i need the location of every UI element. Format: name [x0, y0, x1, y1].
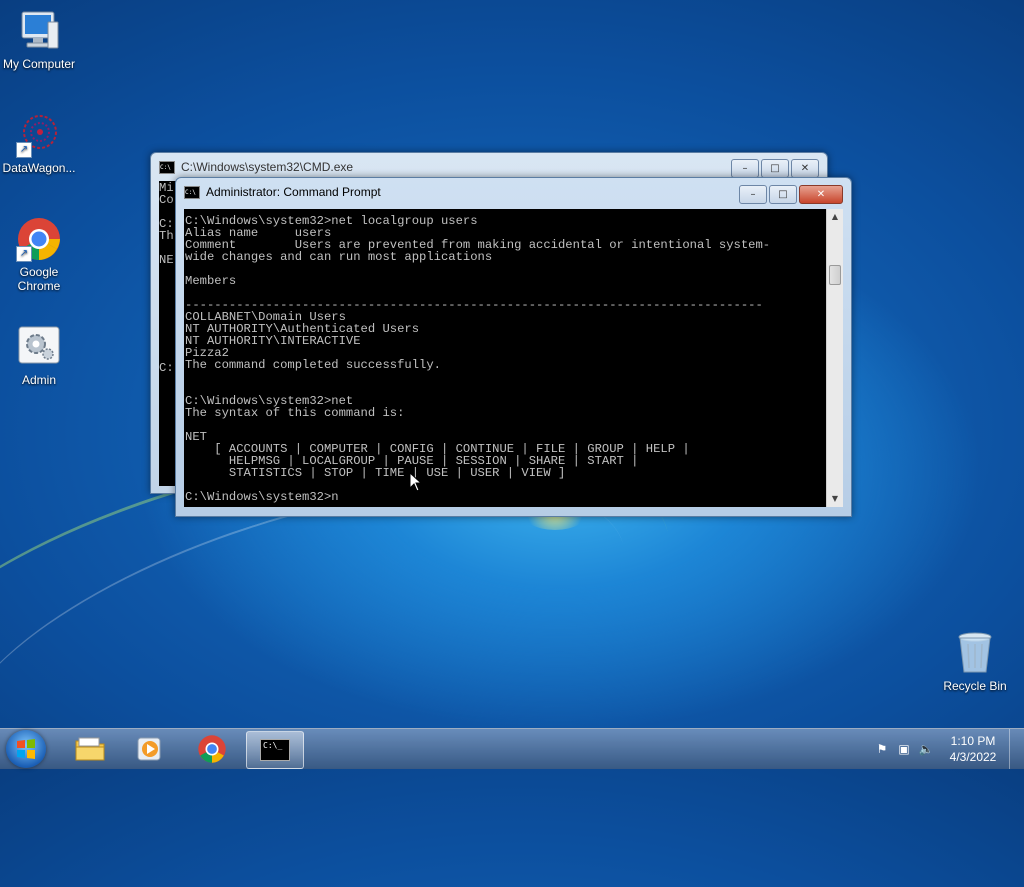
clock-time: 1:10 PM — [950, 734, 996, 748]
system-tray: ⚑ ▣ 🔈 1:10 PM 4/3/2022 — [871, 729, 1024, 769]
console-line: C:\Windows\system32>n — [185, 490, 339, 504]
desktop-icon-label: DataWagon... — [2, 161, 76, 175]
desktop-icon-my-computer[interactable]: My Computer — [0, 8, 81, 71]
media-player-icon — [137, 737, 161, 761]
window-controls: – □ ✕ — [731, 159, 819, 178]
desktop-icon-recycle-bin[interactable]: Recycle Bin — [933, 630, 1017, 693]
taskbar-chrome-button[interactable] — [184, 731, 240, 767]
cmd-window-admin[interactable]: C:\ Administrator: Command Prompt – □ ✕ … — [175, 177, 852, 517]
volume-icon[interactable]: 🔈 — [918, 741, 934, 757]
show-desktop-button[interactable] — [1009, 729, 1024, 769]
console-line: STATISTICS | STOP | TIME | USE | USER | … — [185, 466, 566, 480]
maximize-button[interactable]: □ — [761, 159, 789, 178]
network-icon[interactable]: ▣ — [896, 741, 912, 757]
console-line: The command completed successfully. — [185, 358, 441, 372]
shortcut-arrow-icon: ↗ — [16, 246, 32, 262]
cmd-app-icon: C:\ — [159, 160, 175, 174]
cmd-icon: C:\_ — [260, 739, 290, 761]
console-line: Members — [185, 274, 237, 288]
folder-icon — [75, 737, 105, 761]
scrollbar-thumb[interactable] — [829, 265, 841, 285]
clock-date: 4/3/2022 — [949, 750, 997, 764]
windows-logo-icon — [17, 739, 35, 759]
recycle-bin-icon — [952, 630, 998, 676]
window-title: C:\Windows\system32\CMD.exe — [181, 160, 354, 174]
desktop-icon-label: Admin — [21, 373, 56, 387]
close-button[interactable]: ✕ — [799, 185, 843, 204]
desktop-icon-label: Google Chrome — [17, 265, 61, 293]
console-line: wide changes and can run most applicatio… — [185, 250, 493, 264]
window-controls: – □ ✕ — [739, 185, 843, 204]
clock[interactable]: 1:10 PM 4/3/2022 — [937, 733, 1009, 765]
start-button[interactable] — [6, 730, 46, 768]
action-center-flag-icon[interactable]: ⚑ — [874, 741, 890, 757]
desktop-icon-admin[interactable]: Admin — [0, 324, 81, 387]
mouse-cursor-icon — [409, 472, 423, 492]
taskbar-cmd-button[interactable]: C:\_ — [246, 731, 304, 769]
shortcut-arrow-icon: ↗ — [16, 142, 32, 158]
desktop-icon-datawagon[interactable]: ↗ DataWagon... — [0, 112, 81, 175]
scroll-up-arrow-icon[interactable]: ▲ — [827, 209, 843, 225]
close-button[interactable]: ✕ — [791, 159, 819, 178]
window-title: Administrator: Command Prompt — [206, 185, 381, 199]
chrome-icon: ↗ — [16, 216, 62, 262]
console-line: NT AUTHORITY\INTERACTIVE — [185, 334, 361, 348]
desktop-icon-label: My Computer — [2, 57, 76, 71]
console-line: The syntax of this command is: — [185, 406, 405, 420]
vertical-scrollbar[interactable]: ▲ ▼ — [826, 209, 843, 507]
taskbar-media-player-button[interactable] — [122, 731, 178, 767]
chrome-icon — [198, 735, 226, 763]
console-output[interactable]: C:\Windows\system32>net localgroup users… — [184, 209, 826, 507]
maximize-button[interactable]: □ — [769, 185, 797, 204]
minimize-button[interactable]: – — [731, 159, 759, 178]
computer-icon — [16, 8, 62, 54]
desktop-icon-google-chrome[interactable]: ↗ Google Chrome — [0, 216, 81, 293]
scroll-down-arrow-icon[interactable]: ▼ — [827, 491, 843, 507]
datawagon-icon: ↗ — [16, 112, 62, 158]
desktop-icon-label: Recycle Bin — [943, 679, 1007, 693]
minimize-button[interactable]: – — [739, 185, 767, 204]
taskbar: C:\_ ⚑ ▣ 🔈 1:10 PM 4/3/2022 — [0, 728, 1024, 769]
taskbar-explorer-button[interactable] — [62, 731, 118, 767]
cmd-app-icon: C:\ — [184, 185, 200, 199]
admin-settings-icon — [16, 324, 62, 370]
